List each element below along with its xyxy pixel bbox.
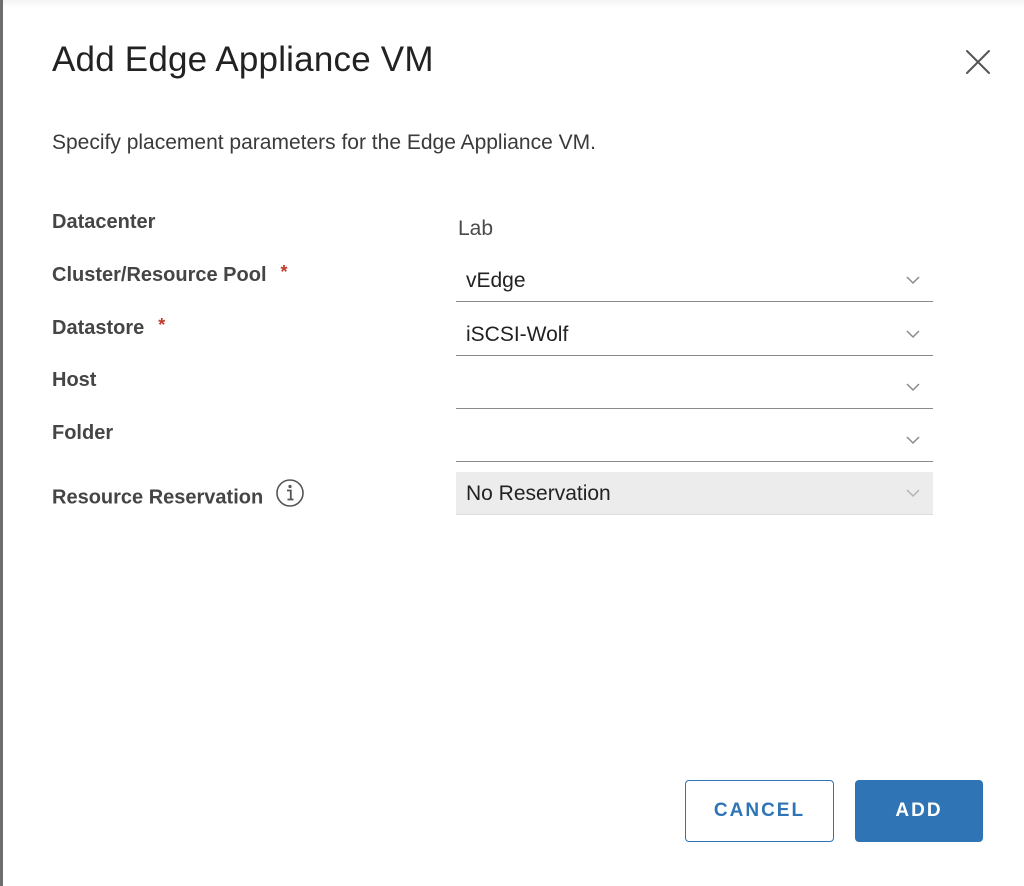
dialog-description: Specify placement parameters for the Edg… (52, 131, 596, 154)
datacenter-label-text: Datacenter (52, 211, 156, 233)
reservation-label: Resource Reservation (52, 478, 305, 516)
datacenter-value: Lab (458, 217, 494, 240)
info-icon-glyph (276, 479, 305, 507)
chevron-down-icon (906, 489, 920, 498)
host-label: Host (52, 369, 96, 392)
datastore-label-text: Datastore (52, 317, 145, 339)
folder-label: Folder (52, 422, 113, 445)
datastore-label: Datastore * (52, 315, 166, 340)
close-button[interactable] (962, 46, 994, 78)
cluster-select-value: vEdge (466, 269, 526, 292)
add-edge-appliance-dialog: Add Edge Appliance VM Specify placement … (0, 0, 1024, 886)
host-label-text: Host (52, 369, 97, 391)
chevron-down-icon (906, 436, 920, 445)
close-icon (966, 50, 990, 74)
reservation-select-value: No Reservation (466, 482, 611, 505)
window-edge (0, 0, 3, 886)
cluster-select[interactable]: vEdge (456, 259, 933, 302)
background-bleed (3, 0, 1024, 8)
info-icon[interactable] (275, 478, 305, 514)
chevron-down-icon (906, 330, 920, 339)
folder-label-text: Folder (52, 422, 114, 444)
datastore-select-value: iSCSI-Wolf (466, 323, 569, 346)
dialog-title: Add Edge Appliance VM (52, 40, 434, 79)
datastore-select[interactable]: iSCSI-Wolf (456, 313, 933, 356)
folder-select[interactable] (456, 419, 933, 462)
cancel-button[interactable]: CANCEL (685, 780, 834, 842)
cluster-label: Cluster/Resource Pool * (52, 262, 288, 287)
datacenter-label: Datacenter (52, 211, 155, 234)
add-button[interactable]: ADD (855, 780, 983, 842)
chevron-down-icon (906, 276, 920, 285)
reservation-label-text: Resource Reservation (52, 486, 264, 509)
chevron-down-icon (906, 383, 920, 392)
cluster-label-text: Cluster/Resource Pool (52, 264, 267, 286)
required-marker: * (158, 315, 166, 335)
required-marker: * (280, 262, 288, 282)
host-select[interactable] (456, 366, 933, 409)
reservation-select: No Reservation (456, 472, 933, 515)
